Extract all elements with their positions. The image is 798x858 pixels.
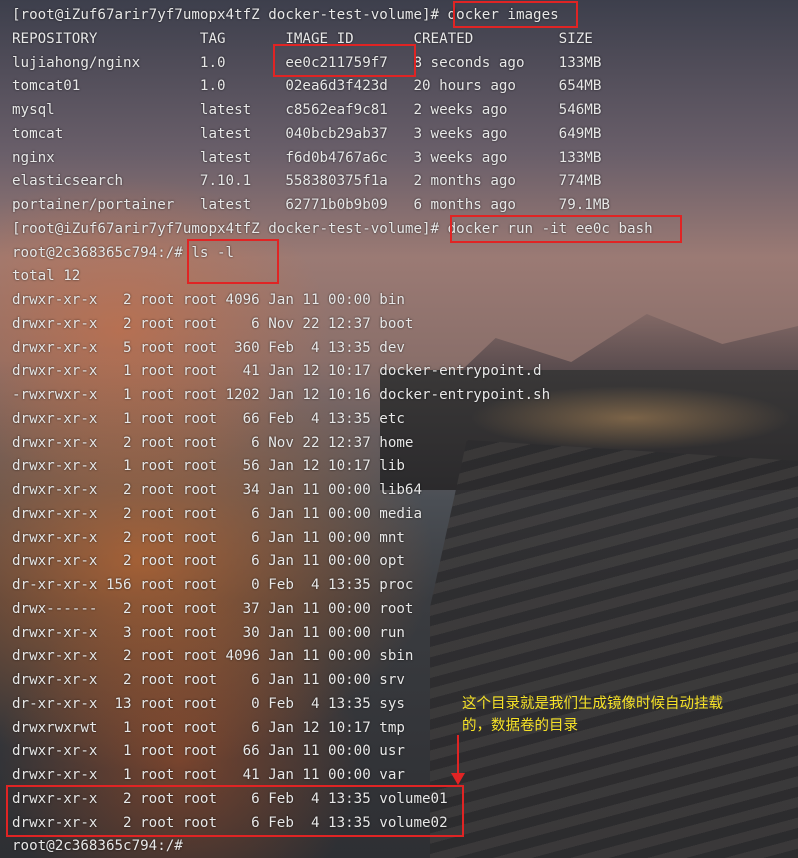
highlight-ls-command <box>187 239 279 284</box>
ls-entry: drwxr-xr-x 2 root root 4096 Jan 11 00:00… <box>12 648 414 665</box>
ls-entry: drwxr-xr-x 3 root root 30 Jan 11 00:00 r… <box>12 624 405 641</box>
ls-total: total 12 <box>12 268 81 285</box>
ls-entry: drwxr-xr-x 2 root root 6 Jan 11 00:00 sr… <box>12 672 405 688</box>
ls-entry: drwxr-xr-x 2 root root 4096 Jan 11 00:00… <box>12 292 405 308</box>
ls-entry: drwx------ 2 root root 37 Jan 11 00:00 r… <box>12 600 414 617</box>
ls-entry: drwxr-xr-x 5 root root 360 Feb 4 13:35 d… <box>12 339 405 356</box>
ls-entry: drwxr-xr-x 1 root root 56 Jan 12 10:17 l… <box>12 458 405 475</box>
ls-entry: drwxr-xr-x 2 root root 6 Jan 11 00:00 mn… <box>12 529 405 546</box>
ls-entry: drwxr-xr-x 1 root root 66 Feb 4 13:35 et… <box>12 410 405 427</box>
highlight-image-id <box>273 44 416 77</box>
shell-prompt[interactable]: root@2c368365c794:/# <box>12 835 653 858</box>
image-row: mysql latest c8562eaf9c81 2 weeks ago 54… <box>12 102 602 118</box>
image-row: nginx latest f6d0b4767a6c 3 weeks ago 13… <box>12 149 602 166</box>
annotation-note: 这个目录就是我们生成镜像时候自动挂载 的，数据卷的目录 <box>462 696 723 734</box>
highlight-docker-images <box>453 1 578 28</box>
ls-entry: drwxr-xr-x 2 root root 6 Nov 22 12:37 bo… <box>12 315 414 332</box>
ls-entry: drwxr-xr-x 2 root root 6 Nov 22 12:37 ho… <box>12 434 414 451</box>
highlight-volume-dirs <box>6 785 464 837</box>
ls-entry: drwxr-xr-x 1 root root 66 Jan 11 00:00 u… <box>12 743 405 760</box>
ls-entry: drwxr-xr-x 2 root root 6 Jan 11 00:00 me… <box>12 505 422 522</box>
ls-entry: drwxr-xr-x 2 root root 6 Jan 11 00:00 op… <box>12 553 405 570</box>
image-row: tomcat01 1.0 02ea6d3f423d 20 hours ago 6… <box>12 78 602 95</box>
ls-entry: dr-xr-xr-x 156 root root 0 Feb 4 13:35 p… <box>12 577 414 593</box>
arrow-down-icon <box>451 735 465 785</box>
terminal-window[interactable]: [root@iZuf67arir7yf7umopx4tfZ docker-tes… <box>0 0 798 858</box>
ls-entry: drwxr-xr-x 1 root root 41 Jan 12 10:17 d… <box>12 363 542 380</box>
image-row: elasticsearch 7.10.1 558380375f1a 2 mont… <box>12 173 602 190</box>
prompt-ls: root@2c368365c794:/# ls -l <box>12 244 235 261</box>
image-row: tomcat latest 040bcb29ab37 3 weeks ago 6… <box>12 125 602 142</box>
highlight-docker-run <box>450 215 682 243</box>
ls-entry: drwxr-xr-x 2 root root 34 Jan 11 00:00 l… <box>12 482 422 498</box>
ls-entry: -rwxrwxr-x 1 root root 1202 Jan 12 10:16… <box>12 387 551 403</box>
